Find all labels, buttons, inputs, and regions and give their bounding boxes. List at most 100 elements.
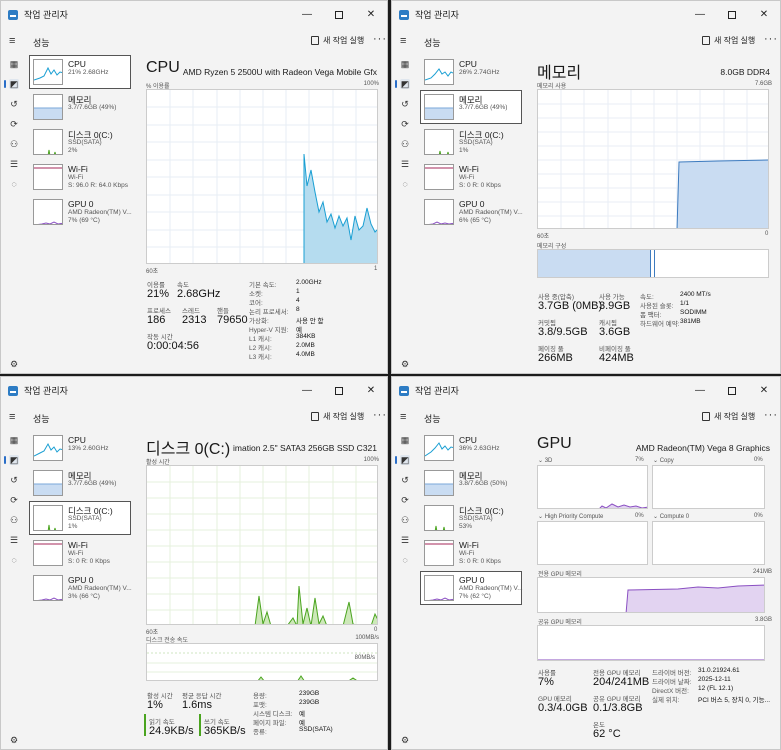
committed-value: 3.8/9.5GB [538,326,588,338]
device-item-gpu[interactable]: GPU 0 AMD Radeon(TM) V... 3% (66 °C) [29,571,132,605]
details-icon[interactable]: ☰ [9,535,19,545]
users-icon[interactable]: ⚇ [9,139,19,149]
users-icon[interactable]: ⚇ [9,515,19,525]
device-item-memory[interactable]: 메모리 3.7/7.6GB (49%) [420,90,522,124]
startup-apps-icon[interactable]: ⟳ [400,119,410,129]
engine-graph-high-priority-compute [537,521,648,565]
device-item-disk[interactable]: 디스크 0(C:) SSD(SATA) 1% [420,125,522,159]
new-task-button[interactable]: 새 작업 실행 [311,411,364,422]
details-icon[interactable]: ☰ [9,159,19,169]
app-history-icon[interactable]: ↺ [400,99,410,109]
device-item-wifi[interactable]: Wi-Fi Wi-Fi S: 0 R: 0 Kbps [420,160,522,194]
device-item-wifi[interactable]: Wi-Fi Wi-Fi S: 0 R: 0 Kbps [29,536,131,570]
processes-icon[interactable]: ▦ [400,59,410,69]
cpu-thumbnail [424,59,454,85]
hamburger-menu-icon[interactable]: ≡ [9,36,20,47]
services-icon[interactable]: ◌ [400,179,410,189]
close-button[interactable]: ✕ [748,377,780,404]
maximize-button[interactable] [716,1,748,28]
close-button[interactable]: ✕ [748,1,780,28]
performance-icon[interactable]: ◩ [395,79,410,89]
services-icon[interactable]: ◌ [400,555,410,565]
settings-gear-icon[interactable]: ⚙ [400,359,410,369]
startup-apps-icon[interactable]: ⟳ [400,495,410,505]
performance-icon[interactable]: ◩ [4,455,19,465]
close-button[interactable]: ✕ [355,377,387,404]
device-item-memory[interactable]: 메모리 3.8/7.6GB (50%) [420,466,522,500]
maximize-button[interactable] [716,377,748,404]
minimize-button[interactable]: — [684,377,716,404]
app-history-icon[interactable]: ↺ [9,475,19,485]
minimize-button[interactable]: — [291,1,323,28]
users-icon[interactable]: ⚇ [400,139,410,149]
minimize-button[interactable]: — [291,377,323,404]
performance-icon[interactable]: ◩ [395,455,410,465]
engine-selector-compute-0[interactable]: ⌄ Compute 0 [653,513,689,520]
device-item-cpu[interactable]: CPU 21% 2.68GHz [29,55,131,89]
device-item-disk[interactable]: 디스크 0(C:) SSD(SATA) 1% [29,501,131,535]
minimize-button[interactable]: — [684,1,716,28]
device-subtext2: 7% (69 °C) [68,217,100,224]
gpu-thumbnail [424,199,454,225]
response-time-value: 1.6ms [182,699,212,711]
app-history-icon[interactable]: ↺ [400,475,410,485]
engine-selector-copy[interactable]: ⌄ Copy [653,457,674,464]
device-item-wifi[interactable]: Wi-Fi Wi-Fi S: 96.0 R: 64.0 Kbps [29,160,131,194]
engine-selector-3d[interactable]: ⌄ 3D [538,457,552,464]
maximize-button[interactable] [323,377,355,404]
close-button[interactable]: ✕ [355,1,387,28]
device-item-memory[interactable]: 메모리 3.7/7.6GB (49%) [29,466,131,500]
device-item-gpu[interactable]: GPU 0 AMD Radeon(TM) V... 6% (65 °C) [420,195,523,229]
device-item-gpu[interactable]: GPU 0 AMD Radeon(TM) V... 7% (62 °C) [420,571,523,605]
device-name: CPU [459,435,477,445]
services-icon[interactable]: ◌ [9,179,19,189]
wifi-thumbnail [424,164,454,190]
device-item-disk[interactable]: 디스크 0(C:) SSD(SATA) 53% [420,501,522,535]
processes-icon[interactable]: ▦ [9,435,19,445]
gpu-detail-panel: GPU AMD Radeon(TM) Vega 8 Graphics ⌄ 3D … [532,435,774,743]
wifi-thumb-graph [34,543,62,545]
thread-value: 2313 [182,314,207,326]
settings-gear-icon[interactable]: ⚙ [9,735,19,745]
performance-icon[interactable]: ◩ [4,79,19,89]
maximize-button[interactable] [323,1,355,28]
device-item-cpu[interactable]: CPU 13% 2.60GHz [29,431,131,465]
engine-selector-high-priority-compute[interactable]: ⌄ High Priority Compute [538,513,603,520]
device-item-memory[interactable]: 메모리 3.7/7.6GB (49%) [29,90,131,124]
details-icon[interactable]: ☰ [400,159,410,169]
hamburger-menu-icon[interactable]: ≡ [400,412,411,423]
device-subtext: AMD Radeon(TM) V... [459,585,523,592]
processes-icon[interactable]: ▦ [9,59,19,69]
device-item-wifi[interactable]: Wi-Fi Wi-Fi S: 0 R: 0 Kbps [420,536,522,570]
new-task-button[interactable]: 새 작업 실행 [311,35,364,46]
disk-model-name: imation 2.5" SATA3 256GB SSD C321 [233,443,377,453]
details-icon[interactable]: ☰ [400,535,410,545]
startup-apps-icon[interactable]: ⟳ [9,119,19,129]
more-options-button[interactable]: ··· [373,409,387,421]
inuse-value: 3.7GB (0MB) [538,300,603,312]
memory-graph-svg [538,90,768,228]
services-icon[interactable]: ◌ [9,555,19,565]
app-history-icon[interactable]: ↺ [9,99,19,109]
settings-gear-icon[interactable]: ⚙ [400,735,410,745]
device-subtext: 3.7/7.6GB (49%) [68,480,117,487]
more-options-button[interactable]: ··· [764,409,778,421]
more-options-button[interactable]: ··· [373,33,387,45]
device-item-gpu[interactable]: GPU 0 AMD Radeon(TM) V... 7% (69 °C) [29,195,132,229]
processes-icon[interactable]: ▦ [400,435,410,445]
settings-gear-icon[interactable]: ⚙ [9,359,19,369]
device-list: CPU 13% 2.60GHz 메모리 3.7/7.6GB (49%) 디스크 … [29,431,132,606]
hamburger-menu-icon[interactable]: ≡ [9,412,20,423]
startup-apps-icon[interactable]: ⟳ [9,495,19,505]
new-task-button[interactable]: 새 작업 실행 [702,35,755,46]
hamburger-menu-icon[interactable]: ≡ [400,36,411,47]
new-task-button[interactable]: 새 작업 실행 [702,411,755,422]
cpu-graph-svg [147,90,377,263]
device-item-disk[interactable]: 디스크 0(C:) SSD(SATA) 2% [29,125,131,159]
device-item-cpu[interactable]: CPU 36% 2.63GHz [420,431,522,465]
device-subtext: 3.7/7.6GB (49%) [459,104,508,111]
transfer-rate-max: 100MB/s [355,635,379,641]
more-options-button[interactable]: ··· [764,33,778,45]
users-icon[interactable]: ⚇ [400,515,410,525]
device-item-cpu[interactable]: CPU 26% 2.74GHz [420,55,522,89]
